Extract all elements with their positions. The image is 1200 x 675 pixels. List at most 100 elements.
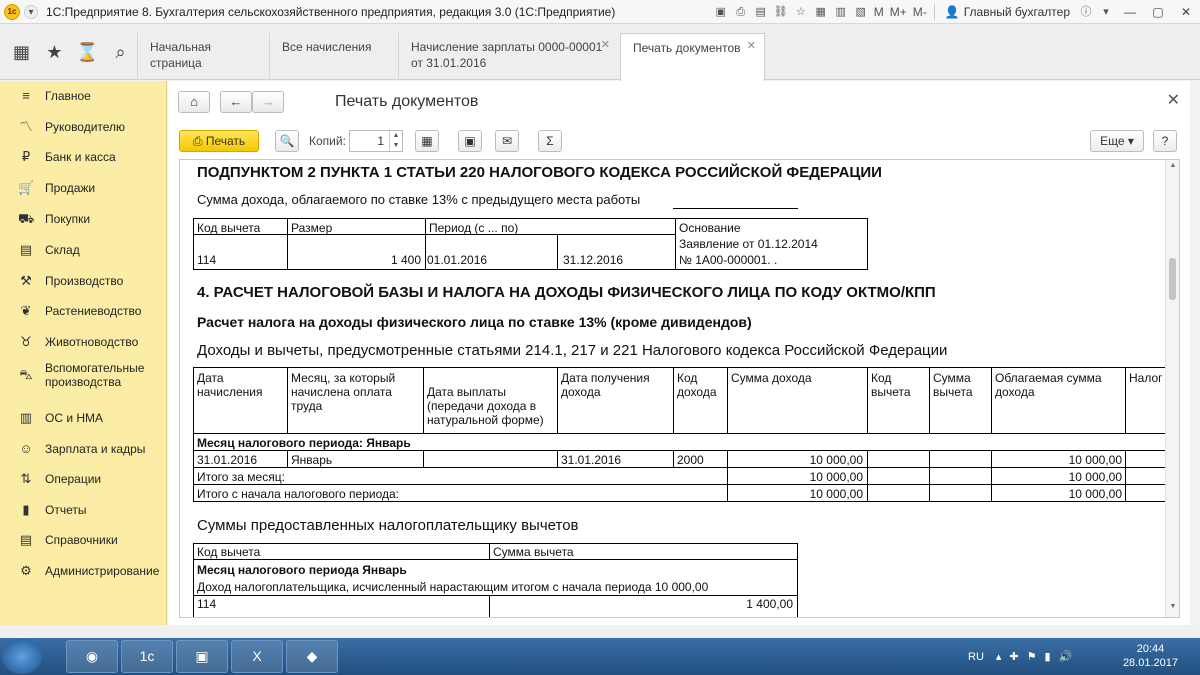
memory-mminus-button[interactable]: M- [913,5,927,19]
sidebar-item-13[interactable]: ▮ Отчеты [0,498,167,522]
sidebar-item-label: Вспомогательные производства [45,361,145,389]
sidebar-item-11[interactable]: ☺ Зарплата и кадры [0,437,167,461]
vertical-scrollbar[interactable]: ▲ ▼ [1165,160,1179,617]
cow-icon: ♉ [20,334,32,349]
heading-article-220: ПОДПУНКТОМ 2 ПУНКТА 1 СТАТЬИ 220 НАЛОГОВ… [197,164,882,181]
chrome-taskbar-icon[interactable]: ◉ [66,640,118,673]
sidebar-item-8[interactable]: ♉ Животноводство [0,330,167,354]
scroll-up-icon[interactable]: ▲ [1166,162,1179,174]
sidebar-item-0[interactable]: ≡ Главное [0,84,167,108]
document-view[interactable]: ПОДПУНКТОМ 2 ПУНКТА 1 СТАТЬИ 220 НАЛОГОВ… [179,159,1180,618]
t2-h-tax1: Облагаемая сумма [995,371,1102,385]
sidebar-item-12[interactable]: ⇅ Операции [0,467,167,491]
1c-taskbar-icon[interactable]: 1c [121,640,173,673]
t3-month-group: Месяц налогового периода Январь [197,563,407,577]
t2-h-tax2: дохода [995,385,1035,399]
tab-print-documents[interactable]: Печать документов ✕ [620,33,765,81]
close-window-button[interactable]: ✕ [1172,2,1200,22]
t2-h-month2: начислена оплата [291,385,392,399]
t3-row-sum: 1 400,00 [746,597,793,611]
tray-volume-icon[interactable]: 🔊 [1059,650,1073,663]
print-button[interactable]: ⎙ Печать [179,130,259,152]
t2-h-pay2: (передачи дохода в [427,399,537,413]
tray-arrow-icon[interactable]: ▴ [996,650,1002,663]
favorites-star-icon[interactable]: ★ [38,25,71,80]
clock-time: 20:44 [1136,643,1165,655]
close-form-icon[interactable]: ✕ [1167,90,1180,110]
sidebar: ≡ Главное 〽 Руководителю ₽ Банк и касса 🛒 Прода… [0,81,167,625]
tray-network-icon[interactable]: ✚ [1009,650,1018,663]
clock[interactable]: 20:44 28.01.2017 [1123,642,1178,670]
factory-icon: ⚒ [20,273,32,288]
tray-signal-icon[interactable]: ▮ [1045,650,1051,663]
t2-total-month-taxable: 10 000,00 [1068,470,1122,484]
sidebar-item-7[interactable]: ❦ Растениеводство [0,299,167,323]
start-button[interactable] [2,639,42,674]
tray-flag-icon[interactable]: ⚑ [1027,650,1037,663]
more-button[interactable]: Еще ▾ [1090,130,1144,152]
info-icon[interactable]: ⓘ [1078,4,1094,20]
tab-home[interactable]: Начальная страница [137,33,269,80]
apps-grid-icon[interactable]: ▦ [5,25,38,80]
t3-h-code: Код вычета [197,545,261,559]
title-bar: 1c ▾ 1С:Предприятие 8. Бухгалтерия сельс… [0,0,1200,24]
sidebar-item-3[interactable]: 🛒 Продажи [0,176,167,200]
t1-code: 114 [197,253,217,267]
sidebar-item-1[interactable]: 〽 Руководителю [0,115,167,139]
sidebar-item-15[interactable]: ⚙ Администрирование [0,559,167,583]
link-icon[interactable]: ⛓ [773,4,789,20]
history-icon[interactable]: ⌛ [71,25,104,80]
sidebar-item-label: Склад [45,243,80,257]
preview-button[interactable]: 🔍 [275,130,299,152]
menu-dropdown-icon[interactable]: ▾ [24,4,38,19]
sum-button[interactable]: Σ [538,130,562,152]
sidebar-item-10[interactable]: ▥ ОС и НМА [0,406,167,430]
sidebar-item-4[interactable]: ⛟ Покупки [0,207,167,231]
scroll-thumb[interactable] [1169,258,1176,300]
t3-income-line: Доход налогоплательщика, исчисленный нар… [197,580,709,594]
floppy-icon: ▣ [464,134,476,148]
operations-icon: ⇅ [20,471,32,486]
memory-m-button[interactable]: M [874,5,884,19]
windows-taskbar: ◉ 1c ▣ X ◆ RU ▴ ✚ ⚑ ▮ 🔊 20:44 28.01.2017 [0,638,1200,675]
copies-stepper[interactable]: ▲ ▼ [389,131,402,151]
help-button[interactable]: ? [1153,130,1177,152]
search-icon[interactable]: ⌕ [104,25,137,80]
chart-icon: 〽 [19,119,33,134]
email-button[interactable]: ✉ [495,130,519,152]
close-tab-icon[interactable]: ✕ [747,38,756,54]
minimize-button[interactable]: — [1116,2,1144,22]
sidebar-item-label: Руководителю [45,120,126,134]
sidebar-item-5[interactable]: ▤ Склад [0,238,167,262]
sidebar-item-14[interactable]: ▤ Справочники [0,528,167,552]
sidebar-item-6[interactable]: ⚒ Производство [0,269,167,293]
history-icon[interactable]: ▧ [853,4,869,20]
star-icon[interactable]: ☆ [793,4,809,20]
scroll-down-icon[interactable]: ▼ [1166,603,1179,615]
home-button[interactable]: ⌂ [178,91,210,113]
edit-table-button[interactable]: ▦ [415,130,439,152]
app-taskbar-icon[interactable]: ◆ [286,640,338,673]
user-menu[interactable]: 👤 Главный бухгалтер [945,5,1070,19]
tab-payroll[interactable]: Начисление зарплаты 0000-00001 от 31.01.… [398,33,618,80]
language-indicator[interactable]: RU [968,651,984,663]
memory-mplus-button[interactable]: M+ [890,5,907,19]
calculator-icon[interactable]: ▦ [813,4,829,20]
more-dropdown-icon[interactable]: ▾ [1098,4,1114,20]
floppy-taskbar-icon[interactable]: ▣ [176,640,228,673]
preview-icon[interactable]: ▤ [753,4,769,20]
sidebar-item-2[interactable]: ₽ Банк и касса [0,145,167,169]
close-tab-icon[interactable]: ✕ [601,37,610,53]
tab-all-accruals[interactable]: Все начисления [269,33,398,80]
maximize-button[interactable]: ▢ [1144,2,1172,22]
save-button[interactable]: ▣ [458,130,482,152]
t2-h-date1: Дата [197,371,224,385]
calendar-icon[interactable]: ▥ [833,4,849,20]
t2-row-date: 31.01.2016 [197,453,258,467]
forward-button[interactable]: → [252,91,284,113]
back-button[interactable]: ← [220,91,252,113]
sidebar-item-9[interactable]: ⛍ Вспомогательные производства [0,360,167,390]
save-icon[interactable]: ▣ [713,4,729,20]
print-icon[interactable]: ⎙ [733,4,749,20]
excel-taskbar-icon[interactable]: X [231,640,283,673]
